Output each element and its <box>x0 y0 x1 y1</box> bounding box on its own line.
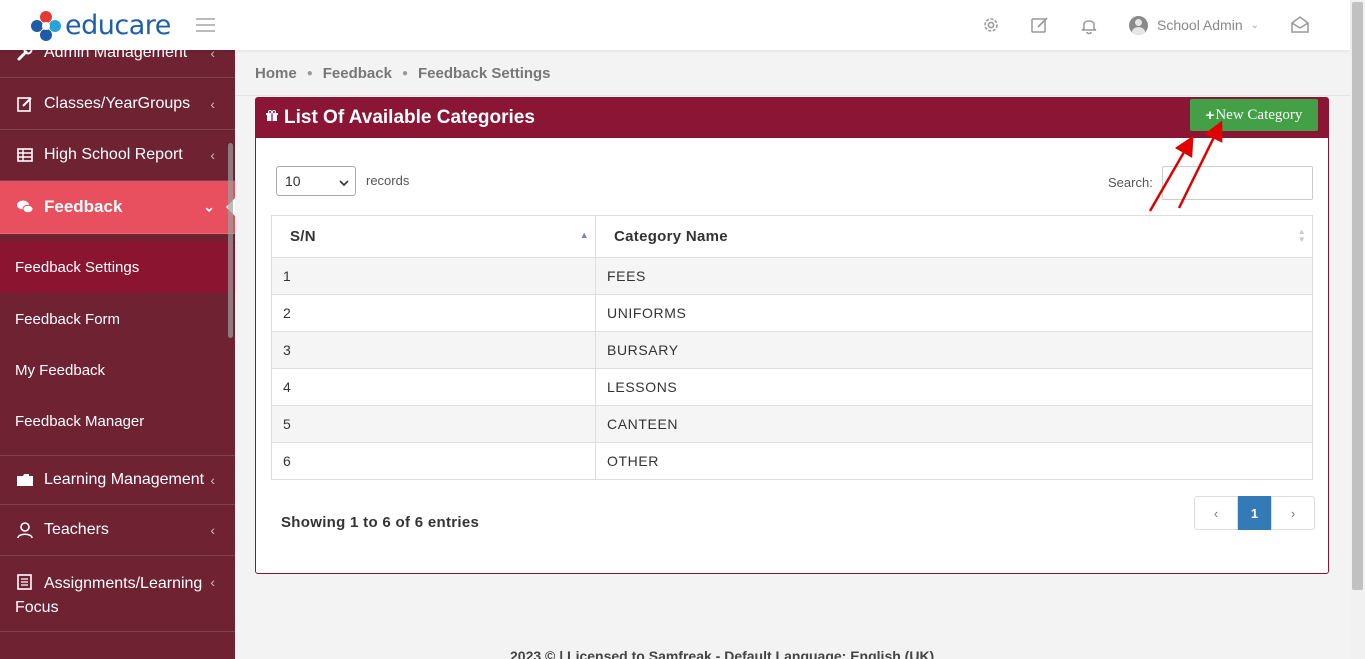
cell-category-name: FEES <box>595 257 1313 295</box>
submenu-item-feedback-settings[interactable]: Feedback Settings <box>0 241 235 293</box>
sidebar: Admin Management ‹ Classes/YearGroups ‹ … <box>0 0 235 659</box>
submenu-item-my-feedback[interactable]: My Feedback <box>0 344 235 396</box>
sidebar-item-label: Learning Management <box>44 471 205 488</box>
pagination-page-current[interactable]: 1 <box>1238 496 1271 530</box>
footer-text: 2023 © | Licensed to Samfreak - Default … <box>510 648 935 659</box>
envelope-open-icon[interactable] <box>1289 14 1311 36</box>
breadcrumb: Home ● Feedback ● Feedback Settings <box>255 65 551 82</box>
cell-sn: 5 <box>271 405 596 443</box>
sort-asc-icon: ▲ <box>579 230 589 240</box>
plus-icon: + <box>1205 106 1215 124</box>
card-title: List Of Available Categories <box>284 107 535 128</box>
chevron-down-icon <box>339 175 349 191</box>
pagination-next[interactable]: › <box>1271 496 1315 530</box>
column-header-label: S/N <box>290 228 316 245</box>
pagination-prev[interactable]: ‹ <box>1194 496 1238 530</box>
cell-sn: 2 <box>271 294 596 332</box>
categories-table: S/N ▲ Category Name ▲ ▼ 1 FEES 2 UNIFORMS… <box>271 215 1313 480</box>
submenu-item-label: My Feedback <box>15 361 106 379</box>
breadcrumb-separator: ● <box>306 68 313 79</box>
cell-category-name: UNIFORMS <box>595 294 1313 332</box>
submenu-item-label: Feedback Manager <box>15 412 145 430</box>
brand-name: educare <box>65 10 171 41</box>
cell-sn: 3 <box>271 331 596 369</box>
sort-icon: ▲ ▼ <box>1297 227 1306 244</box>
submenu-item-feedback-form[interactable]: Feedback Form <box>0 293 235 345</box>
new-category-label: New Category <box>1215 106 1303 123</box>
search-label: Search: <box>1108 175 1153 190</box>
user-tie-icon <box>16 521 34 539</box>
user-name: School Admin <box>1157 17 1243 33</box>
sidebar-item-label: Assignments/Learning Focus <box>15 575 203 616</box>
sidebar-item-label: Classes/YearGroups <box>44 95 191 112</box>
top-header: educare School Admin ⌄ <box>0 0 1350 50</box>
sidebar-item-feedback[interactable]: Feedback ⌄ <box>0 181 235 234</box>
edit-icon[interactable] <box>1029 14 1051 36</box>
brand-logo[interactable]: educare <box>31 11 171 41</box>
table-icon <box>16 146 34 164</box>
chevron-down-icon: ⌄ <box>1250 19 1259 31</box>
sidebar-item-label: High School Report <box>44 146 183 163</box>
breadcrumb-home[interactable]: Home <box>255 65 297 82</box>
categories-card: List Of Available Categories + New Categ… <box>255 97 1329 574</box>
table-info: Showing 1 to 6 of 6 entries <box>281 514 480 531</box>
submenu-item-label: Feedback Form <box>15 310 121 328</box>
new-category-button[interactable]: + New Category <box>1190 99 1318 131</box>
gear-icon[interactable] <box>980 14 1002 36</box>
table-row: 3 BURSARY <box>271 331 1313 369</box>
column-header-category-name[interactable]: Category Name ▲ ▼ <box>595 215 1313 258</box>
sidebar-item-teachers[interactable]: Teachers ‹ <box>0 505 235 556</box>
chevron-left-icon: ‹ <box>210 472 215 488</box>
chevron-left-icon: ‹ <box>210 574 215 590</box>
table-row: 5 CANTEEN <box>271 405 1313 443</box>
sidebar-item-classes[interactable]: Classes/YearGroups ‹ <box>0 79 235 130</box>
breadcrumb-feedback[interactable]: Feedback <box>323 65 392 82</box>
card-header: List Of Available Categories + New Categ… <box>256 98 1328 138</box>
cell-sn: 1 <box>271 257 596 295</box>
menu-toggle-icon[interactable] <box>196 18 215 32</box>
chevron-left-icon: ‹ <box>210 522 215 538</box>
logo-mark-icon <box>31 11 61 41</box>
table-row: 4 LESSONS <box>271 368 1313 406</box>
column-header-sn[interactable]: S/N ▲ <box>271 215 596 258</box>
table-row: 1 FEES <box>271 257 1313 295</box>
submenu-item-feedback-manager[interactable]: Feedback Manager <box>0 395 235 447</box>
chevron-down-icon: ⌄ <box>203 198 215 215</box>
cell-category-name: BURSARY <box>595 331 1313 369</box>
sidebar-item-label: Feedback <box>44 197 123 216</box>
chevron-left-icon: ‹ <box>210 147 215 163</box>
comments-icon <box>16 198 34 216</box>
page-scrollbar-thumb[interactable] <box>1352 2 1363 590</box>
cell-category-name: LESSONS <box>595 368 1313 406</box>
page-length-select[interactable]: 10 <box>276 166 356 196</box>
breadcrumb-divider <box>235 95 1350 96</box>
breadcrumb-separator: ● <box>401 68 408 79</box>
table-row: 2 UNIFORMS <box>271 294 1313 332</box>
chevron-left-icon: ‹ <box>210 96 215 112</box>
cell-category-name: CANTEEN <box>595 405 1313 443</box>
cell-sn: 4 <box>271 368 596 406</box>
breadcrumb-current: Feedback Settings <box>417 65 551 82</box>
page-length-value: 10 <box>285 173 301 189</box>
edit-icon <box>16 95 34 113</box>
cell-sn: 6 <box>271 442 596 480</box>
submenu-item-label: Feedback Settings <box>15 258 140 276</box>
sidebar-scrollbar[interactable] <box>228 143 233 338</box>
pagination: ‹ 1 › <box>1194 496 1315 530</box>
table-row: 6 OTHER <box>271 442 1313 480</box>
sidebar-item-high-school-report[interactable]: High School Report ‹ <box>0 130 235 181</box>
user-menu[interactable]: School Admin ⌄ <box>1129 15 1259 35</box>
avatar <box>1129 15 1148 35</box>
column-header-label: Category Name <box>614 228 728 245</box>
records-label: records <box>366 173 410 188</box>
page-scrollbar[interactable] <box>1350 0 1365 659</box>
cell-category-name: OTHER <box>595 442 1313 480</box>
sidebar-item-label: Teachers <box>44 521 109 538</box>
bell-icon[interactable] <box>1078 14 1100 36</box>
sidebar-item-learning-management[interactable]: Learning Management ‹ <box>0 455 235 505</box>
folder-icon <box>16 471 34 489</box>
search-input[interactable] <box>1162 166 1313 200</box>
gift-icon <box>266 109 278 127</box>
sidebar-item-assignments[interactable]: Assignments/Learning Focus ‹ <box>0 556 235 632</box>
